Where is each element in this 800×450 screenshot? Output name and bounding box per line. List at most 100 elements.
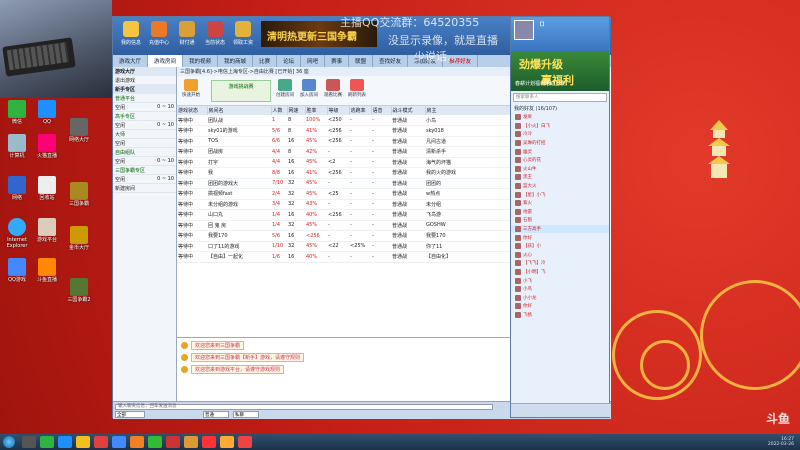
desktop-icon-3[interactable]: 火猫直播	[32, 134, 62, 159]
tree-item[interactable]: 退出游戏	[113, 76, 176, 85]
tree-item[interactable]: 空闲 0 ~ 10	[113, 157, 176, 166]
tree-item[interactable]: 高手专区	[113, 112, 176, 121]
qq-contact[interactable]: 心灵的花	[511, 156, 609, 165]
mode-select[interactable]: 普通	[203, 411, 229, 418]
qq-contact[interactable]: 黑王	[511, 173, 609, 182]
taskbar-app[interactable]	[112, 436, 126, 448]
tab-9[interactable]: 查找好友	[373, 55, 409, 67]
desktop-icon-12[interactable]: 金币大厅	[64, 226, 94, 251]
qq-contact[interactable]: 冷冷	[511, 130, 609, 139]
taskbar-app[interactable]	[40, 436, 54, 448]
table-row[interactable]: 等待中 团队战 1 8 100% <250- - 普通战 小鸟	[177, 115, 513, 126]
table-row[interactable]: 等待中 山口丸 1/4 16 40% <256- - 普通战 飞鸟游	[177, 209, 513, 221]
column-header[interactable]: 人数	[271, 106, 288, 115]
qq-contact[interactable]: 火山牛	[511, 165, 609, 174]
qq-contact[interactable]: 【飞飞】冷	[511, 259, 609, 268]
qq-contact[interactable]: 小小龙	[511, 293, 609, 302]
qq-contact[interactable]: 小飞	[511, 276, 609, 285]
table-row[interactable]: 等待中 sky01的游戏 5/6 8 41% <256- - 普通战 sky018	[177, 125, 513, 137]
desktop-icon-4[interactable]: 网络	[2, 176, 32, 201]
column-header[interactable]: 等级	[327, 106, 350, 115]
toolbar-item-2[interactable]: 财付通	[175, 21, 199, 46]
promo-badge[interactable]: 游戏挑战赛	[211, 80, 271, 102]
table-row[interactable]: 等待中 团战房 4/4 8 42% - - - 普通战 清新杀手	[177, 146, 513, 158]
column-header[interactable]: 胜率	[305, 106, 328, 115]
table-row[interactable]: 等待中 口了11的游戏 1/10 32 45% <22 <25% - 普通战 你了11	[177, 241, 513, 252]
join-room-button[interactable]: 加入房间	[299, 79, 319, 98]
column-header[interactable]: 房间名	[207, 106, 272, 115]
qq-contact[interactable]: 你好	[511, 233, 609, 242]
qq-contact[interactable]: 【小明】飞	[511, 268, 609, 277]
tree-item[interactable]: 新手专区	[113, 85, 176, 94]
table-row[interactable]: 等待中 团团的游戏大 7/10 32 45% - - - 普通战 团团的	[177, 178, 513, 189]
table-row[interactable]: 等待中回 鬼 房 1/4 32 45% - - - 普通战 GOSHW	[177, 220, 513, 231]
column-header[interactable]: 语音	[371, 106, 392, 115]
watch-match-button[interactable]: 观看比赛	[323, 79, 343, 98]
target-select[interactable]: 私聊	[233, 411, 259, 418]
taskbar-app[interactable]	[58, 436, 72, 448]
table-row[interactable]: 等待中 TOS 6/6 16 45% <256- - 普通战 凡间古道	[177, 136, 513, 147]
table-row[interactable]: 等待中 未分组的游戏 3/4 32 43% - - - 普通战 未分组	[177, 199, 513, 210]
toolbar-item-4[interactable]: 领取工资	[231, 21, 255, 46]
desktop-icon-11[interactable]: 三国争霸	[64, 182, 94, 207]
qq-contact[interactable]: 飞扬	[511, 311, 609, 320]
column-header[interactable]: 游戏状态	[177, 106, 208, 115]
start-button[interactable]	[3, 436, 15, 448]
qq-contact[interactable]: 【孩】小	[511, 242, 609, 251]
tree-item[interactable]: 空闲	[113, 139, 176, 148]
tab-0[interactable]: 游戏大厅	[113, 55, 149, 67]
desktop-icon-1[interactable]: QQ	[32, 100, 62, 125]
qq-contact[interactable]: 【星】小飞	[511, 190, 609, 199]
taskbar-app[interactable]	[202, 436, 216, 448]
toolbar-item-0[interactable]: 我的信息	[119, 21, 143, 46]
qq-contact[interactable]: 【小火】白飞	[511, 122, 609, 131]
taskbar-app[interactable]	[220, 436, 234, 448]
desktop-icon-10[interactable]: 网络大厅	[64, 118, 94, 143]
taskbar-app[interactable]	[238, 436, 252, 448]
taskbar-app[interactable]	[22, 436, 36, 448]
desktop-icon-7[interactable]: 游戏平台	[32, 218, 62, 243]
tree-item[interactable]: 三国争霸专区	[113, 166, 176, 175]
column-header[interactable]: 逃跑率	[349, 106, 372, 115]
tree-item[interactable]: 新建房间	[113, 184, 176, 193]
create-room-button[interactable]: 创建房间	[275, 79, 295, 98]
qq-contact[interactable]: 火心	[511, 251, 609, 260]
taskbar-app[interactable]	[76, 436, 90, 448]
tab-8[interactable]: 联盟	[349, 55, 374, 67]
toolbar-item-1[interactable]: 充值中心	[147, 21, 171, 46]
qq-contact[interactable]: 发呆	[511, 113, 609, 122]
column-header[interactable]: 战斗模式	[391, 106, 426, 115]
system-clock[interactable]: 16:27 2022-03-26	[768, 437, 794, 447]
taskbar-app[interactable]	[148, 436, 162, 448]
channel-select[interactable]: 全部	[115, 411, 145, 418]
chat-input[interactable]: 输入聊天信息，回车发送消息	[115, 404, 493, 410]
table-row[interactable]: 等待中我 8/8 16 41% <256- - 普通战 我的火的游戏	[177, 167, 513, 179]
tab-7[interactable]: 赛事	[325, 55, 350, 67]
tab-6[interactable]: 网吧	[301, 55, 326, 67]
qq-contact[interactable]: 石狼	[511, 216, 609, 225]
qq-search-input[interactable]: 搜索联系人	[513, 93, 607, 102]
tree-item[interactable]: 自由组队	[113, 148, 176, 157]
table-row[interactable]: 等待中 【自由】一起化 1/6 16 40% - - - 普通战 【自由化】	[177, 251, 513, 263]
qq-nickname[interactable]: 【】	[537, 21, 547, 28]
desktop-icon-13[interactable]: 三国争霸2	[64, 278, 94, 303]
tree-item[interactable]: 游戏大厅	[113, 67, 176, 76]
desktop-icon-9[interactable]: 斗鱼直播	[32, 258, 62, 283]
qq-contact[interactable]: 吴琳的打招	[511, 139, 609, 148]
desktop-icon-6[interactable]: Internet Explorer	[2, 218, 32, 249]
desktop-icon-8[interactable]: QQ游戏	[2, 258, 32, 283]
taskbar-app[interactable]	[130, 436, 144, 448]
refresh-list-button[interactable]: 刷新列表	[347, 79, 367, 98]
desktop-icon-0[interactable]: 微信	[2, 100, 32, 125]
qq-contact[interactable]: 你好	[511, 302, 609, 311]
desktop-icon-5[interactable]: 回收站	[32, 176, 62, 201]
qq-contact[interactable]: 蓝大火	[511, 182, 609, 191]
tree-item[interactable]: 大师	[113, 130, 176, 139]
tab-5[interactable]: 论坛	[277, 55, 302, 67]
tree-item[interactable]: 空闲 0 ~ 10	[113, 175, 176, 184]
qq-contact[interactable]: 幽灵	[511, 147, 609, 156]
qq-contact[interactable]: 地雷	[511, 208, 609, 217]
tab-2[interactable]: 我的视频	[183, 55, 219, 67]
qq-contact[interactable]: 小鸟	[511, 285, 609, 294]
desktop-icon-2[interactable]: 计算机	[2, 134, 32, 159]
